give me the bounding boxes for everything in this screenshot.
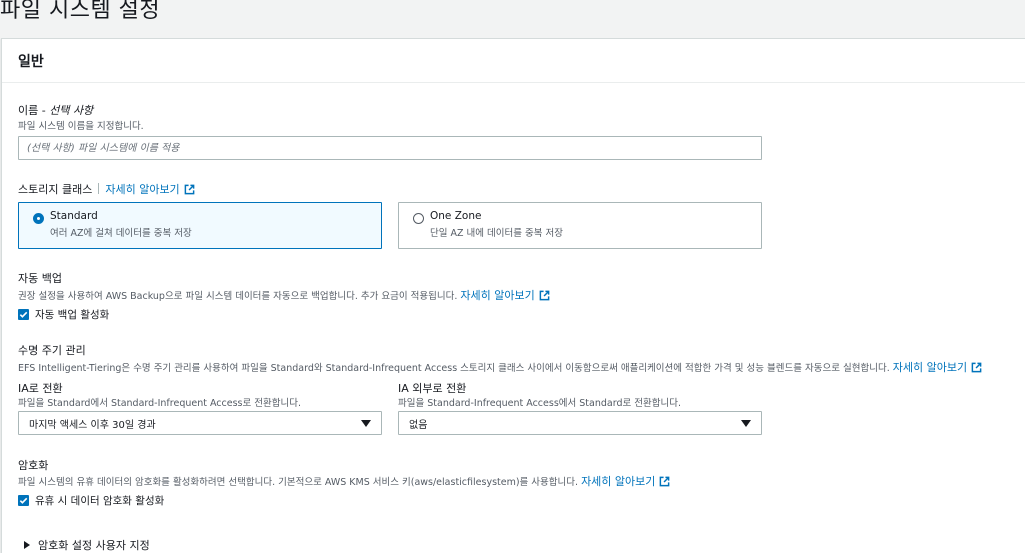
caret-down-icon xyxy=(741,419,751,427)
caret-right-icon xyxy=(24,541,30,549)
label-divider xyxy=(98,183,100,194)
select-value: 마지막 액세스 이후 30일 경과 xyxy=(29,419,156,431)
encryption-checkbox[interactable] xyxy=(18,495,29,506)
expander-label: 암호화 설정 사용자 지정 xyxy=(38,539,150,552)
lifecycle-description-row: EFS Intelligent-Tiering은 수명 주기 관리를 사용하여 … xyxy=(18,359,1018,375)
backup-description-row: 권장 설정을 사용하여 AWS Backup으로 파일 시스템 데이터를 자동으… xyxy=(18,287,550,303)
external-link-icon xyxy=(184,184,195,195)
option-description: 여러 AZ에 걸쳐 데이터를 중복 저장 xyxy=(50,228,192,239)
encryption-description-row: 파일 시스템의 유휴 데이터의 암호화를 활성화하려면 선택합니다. 기본적으로… xyxy=(18,473,670,489)
backup-checkbox-label[interactable]: 자동 백업 활성화 xyxy=(35,307,109,322)
transition-to-ia-description: 파일을 Standard에서 Standard-Infrequent Acces… xyxy=(18,398,301,409)
external-link-icon xyxy=(660,476,670,487)
option-title: One Zone xyxy=(430,210,482,222)
encryption-description: 파일 시스템의 유휴 데이터의 암호화를 활성화하려면 선택합니다. 기본적으로… xyxy=(18,477,579,488)
transition-out-of-ia-select[interactable]: 없음 xyxy=(398,411,762,435)
lifecycle-description: EFS Intelligent-Tiering은 수명 주기 관리를 사용하여 … xyxy=(18,363,890,374)
backup-label: 자동 백업 xyxy=(18,272,62,285)
panel-header: 일반 xyxy=(2,39,1025,83)
caret-down-icon xyxy=(361,419,371,427)
name-label: 이름 - 선택 사항 xyxy=(18,104,94,117)
select-value: 없음 xyxy=(409,419,428,431)
storage-class-option-one-zone[interactable]: One Zone 단일 AZ 내에 데이터를 중복 저장 xyxy=(398,202,762,249)
name-description: 파일 시스템 이름을 지정합니다. xyxy=(18,121,144,132)
storage-class-option-standard[interactable]: Standard 여러 AZ에 걸쳐 데이터를 중복 저장 xyxy=(18,202,382,249)
storage-class-header: 스토리지 클래스 자세히 알아보기 xyxy=(18,181,195,197)
lifecycle-learn-more-link[interactable]: 자세히 알아보기 xyxy=(893,361,982,374)
encryption-learn-more-link[interactable]: 자세히 알아보기 xyxy=(581,475,670,488)
storage-class-learn-more-link[interactable]: 자세히 알아보기 xyxy=(105,183,195,196)
file-system-name-input[interactable] xyxy=(18,136,762,160)
name-optional-label: 선택 사항 xyxy=(49,104,94,117)
encryption-label: 암호화 xyxy=(18,459,49,472)
transition-out-of-ia-label: IA 외부로 전환 xyxy=(398,382,467,395)
transition-to-ia-label: IA로 전환 xyxy=(18,382,63,395)
transition-to-ia-select[interactable]: 마지막 액세스 이후 30일 경과 xyxy=(18,411,382,435)
checkmark-icon xyxy=(19,311,28,318)
backup-checkbox[interactable] xyxy=(18,309,29,320)
storage-class-label: 스토리지 클래스 xyxy=(18,183,93,196)
customize-encryption-expander[interactable]: 암호화 설정 사용자 지정 xyxy=(24,537,150,553)
option-description: 단일 AZ 내에 데이터를 중복 저장 xyxy=(430,228,563,239)
backup-learn-more-link[interactable]: 자세히 알아보기 xyxy=(460,289,550,302)
lifecycle-label: 수명 주기 관리 xyxy=(18,344,86,357)
radio-selected-icon[interactable] xyxy=(33,213,44,224)
encryption-checkbox-label[interactable]: 유휴 시 데이터 암호화 활성화 xyxy=(35,493,164,508)
checkmark-icon xyxy=(19,497,28,504)
external-link-icon xyxy=(971,362,982,373)
page-title: 파일 시스템 설정 xyxy=(0,0,161,23)
option-title: Standard xyxy=(50,210,98,222)
radio-unselected-icon[interactable] xyxy=(413,213,424,224)
external-link-icon xyxy=(539,290,550,301)
general-panel: 일반 이름 - 선택 사항 파일 시스템 이름을 지정합니다. 스토리지 클래스… xyxy=(1,38,1025,553)
panel-title: 일반 xyxy=(18,53,44,70)
transition-out-of-ia-description: 파일을 Standard-Infrequent Access에서 Standar… xyxy=(398,398,681,409)
backup-description: 권장 설정을 사용하여 AWS Backup으로 파일 시스템 데이터를 자동으… xyxy=(18,291,458,302)
